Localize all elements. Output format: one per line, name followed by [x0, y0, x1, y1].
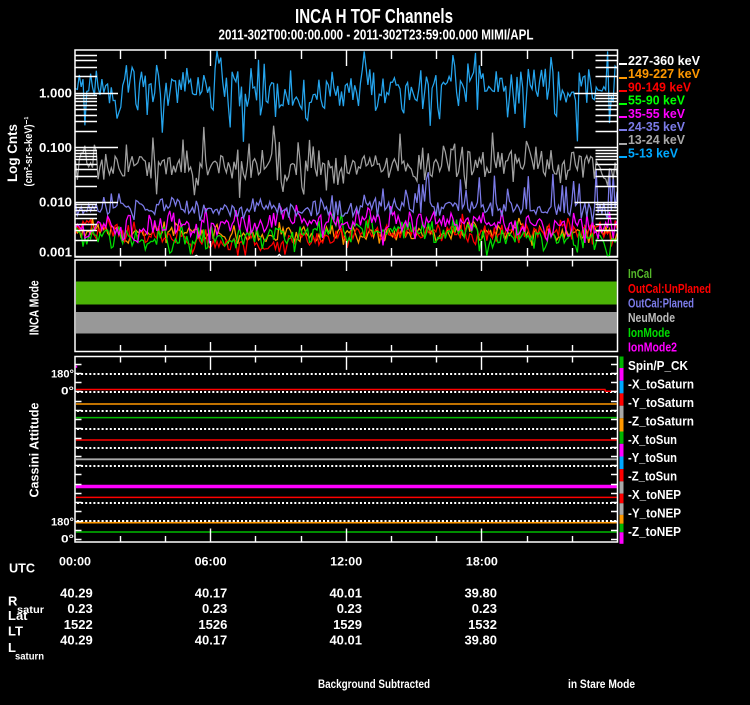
svg-text:39.80: 39.80 [464, 633, 497, 648]
svg-text:00:00: 00:00 [59, 555, 91, 569]
svg-text:5-13 keV: 5-13 keV [628, 145, 678, 160]
svg-text:40.29: 40.29 [60, 633, 93, 648]
svg-text:1529: 1529 [333, 617, 362, 632]
svg-text:in Stare Mode: in Stare Mode [568, 679, 635, 691]
svg-text:UTC: UTC [9, 561, 36, 576]
svg-text:39.80: 39.80 [464, 585, 497, 600]
svg-text:Lat: Lat [8, 608, 28, 623]
svg-text:40.29: 40.29 [60, 585, 93, 600]
svg-text:40.17: 40.17 [195, 585, 228, 600]
svg-text:NeuMode: NeuMode [628, 310, 675, 325]
svg-text:2011-302T00:00:00.000 - 2011-3: 2011-302T00:00:00.000 - 2011-302T23:59:0… [219, 27, 534, 44]
svg-text:OutCal:UnPlaned: OutCal:UnPlaned [628, 281, 711, 296]
svg-text:40.01: 40.01 [329, 585, 362, 600]
svg-text:INCA Mode: INCA Mode [28, 280, 42, 335]
svg-text:1522: 1522 [64, 617, 93, 632]
svg-text:INCA H TOF Channels: INCA H TOF Channels [295, 5, 453, 28]
svg-text:-X_toNEP: -X_toNEP [628, 487, 681, 502]
svg-text:-Y_toNEP: -Y_toNEP [628, 506, 681, 521]
svg-text:18:00: 18:00 [466, 555, 498, 569]
svg-text:IonMode2: IonMode2 [628, 340, 677, 355]
svg-text:OutCal:Planed: OutCal:Planed [628, 296, 694, 311]
svg-text:-Z_toSaturn: -Z_toSaturn [628, 413, 694, 428]
svg-text:InCal: InCal [628, 266, 652, 281]
svg-text:-X_toSun: -X_toSun [628, 432, 677, 447]
svg-text:40.01: 40.01 [329, 633, 362, 648]
svg-text:0.100: 0.100 [39, 141, 72, 155]
svg-text:0.23: 0.23 [472, 601, 497, 616]
svg-text:1.000: 1.000 [39, 87, 72, 101]
svg-text:180°: 180° [51, 516, 74, 528]
svg-text:0.010: 0.010 [39, 196, 72, 210]
svg-text:0.23: 0.23 [202, 601, 227, 616]
svg-text:-X_toSaturn: -X_toSaturn [628, 377, 694, 392]
svg-text:1526: 1526 [198, 617, 227, 632]
svg-text:Cassini Attitude: Cassini Attitude [28, 402, 42, 497]
svg-text:IonMode: IonMode [628, 325, 670, 340]
svg-text:-Y_toSun: -Y_toSun [628, 450, 677, 465]
svg-text:(cm²-sr-s-keV)⁻¹: (cm²-sr-s-keV)⁻¹ [23, 116, 35, 186]
svg-text:-Z_toNEP: -Z_toNEP [628, 524, 681, 539]
svg-text:0.23: 0.23 [67, 601, 92, 616]
svg-text:06:00: 06:00 [195, 555, 227, 569]
svg-text:saturn: saturn [15, 651, 44, 662]
svg-text:0.001: 0.001 [39, 245, 72, 259]
svg-text:Log Cnts: Log Cnts [5, 124, 20, 182]
svg-text:12:00: 12:00 [330, 555, 362, 569]
svg-text:1532: 1532 [468, 617, 497, 632]
svg-text:0°: 0° [61, 386, 74, 398]
svg-text:Spin/P_CK: Spin/P_CK [628, 358, 689, 373]
svg-text:0.23: 0.23 [337, 601, 362, 616]
svg-text:LT: LT [8, 623, 23, 638]
svg-text:0°: 0° [61, 534, 74, 546]
svg-text:-Y_toSaturn: -Y_toSaturn [628, 395, 694, 410]
svg-text:-Z_toSun: -Z_toSun [628, 469, 677, 484]
svg-text:40.17: 40.17 [195, 633, 228, 648]
svg-text:Background Subtracted: Background Subtracted [318, 679, 430, 691]
svg-text:180°: 180° [51, 368, 74, 380]
